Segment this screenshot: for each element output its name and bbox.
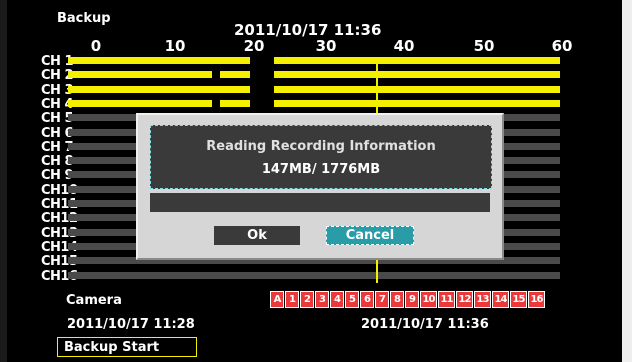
recording-gap: [250, 100, 274, 107]
camera-button[interactable]: 11: [438, 291, 455, 308]
recording-gap: [250, 57, 274, 64]
camera-button[interactable]: 5: [345, 291, 359, 308]
ruler-tick-label: 20: [243, 37, 265, 55]
current-datetime: 2011/10/17 11:36: [234, 21, 382, 39]
left-edge-strip: [0, 0, 7, 362]
camera-button[interactable]: 12: [456, 291, 473, 308]
ruler-tick-label: 60: [551, 37, 573, 55]
camera-button[interactable]: 4: [330, 291, 344, 308]
size-readout: 147MB/ 1776MB: [261, 162, 381, 177]
channel-track[interactable]: [68, 57, 560, 64]
ruler-tick-label: 30: [315, 37, 337, 55]
camera-all-button[interactable]: A: [270, 291, 284, 308]
channel-track[interactable]: [68, 86, 560, 93]
reading-dialog: Reading Recording Information 147MB/ 177…: [136, 113, 504, 260]
camera-label: Camera: [66, 293, 122, 308]
camera-button[interactable]: 14: [492, 291, 509, 308]
recording-gap: [250, 71, 274, 78]
camera-button[interactable]: 1: [285, 291, 299, 308]
recording-gap: [250, 86, 274, 93]
cancel-button[interactable]: Cancel: [326, 226, 414, 245]
backup-start-button[interactable]: Backup Start: [57, 337, 197, 357]
range-end-datetime[interactable]: 2011/10/17 11:36: [361, 318, 489, 332]
camera-button[interactable]: 3: [315, 291, 329, 308]
recording-gap: [212, 100, 220, 107]
camera-button[interactable]: 9: [405, 291, 419, 308]
ruler-tick-label: 50: [473, 37, 495, 55]
recording-gap: [212, 71, 220, 78]
camera-button[interactable]: 8: [390, 291, 404, 308]
camera-button[interactable]: 13: [474, 291, 491, 308]
camera-button[interactable]: 10: [420, 291, 437, 308]
camera-button[interactable]: 2: [300, 291, 314, 308]
backup-start-label: Backup Start: [64, 340, 160, 355]
channel-track[interactable]: [68, 272, 560, 279]
camera-button[interactable]: 16: [528, 291, 545, 308]
right-edge-strip: [622, 0, 632, 362]
camera-button[interactable]: 6: [360, 291, 374, 308]
screen-title: Backup: [57, 11, 111, 26]
camera-button[interactable]: 15: [510, 291, 527, 308]
ok-button[interactable]: Ok: [214, 226, 300, 245]
ruler-tick-label: 10: [164, 37, 186, 55]
camera-button[interactable]: 7: [375, 291, 389, 308]
message-panel: Reading Recording Information 147MB/ 177…: [150, 125, 492, 189]
range-start-datetime[interactable]: 2011/10/17 11:28: [67, 318, 195, 332]
progress-bar: [150, 193, 490, 212]
ruler-tick-label: 0: [90, 37, 102, 55]
channel-track[interactable]: [68, 100, 560, 107]
ruler-tick-label: 40: [393, 37, 415, 55]
channel-track[interactable]: [68, 71, 560, 78]
message-title: Reading Recording Information: [206, 139, 436, 154]
